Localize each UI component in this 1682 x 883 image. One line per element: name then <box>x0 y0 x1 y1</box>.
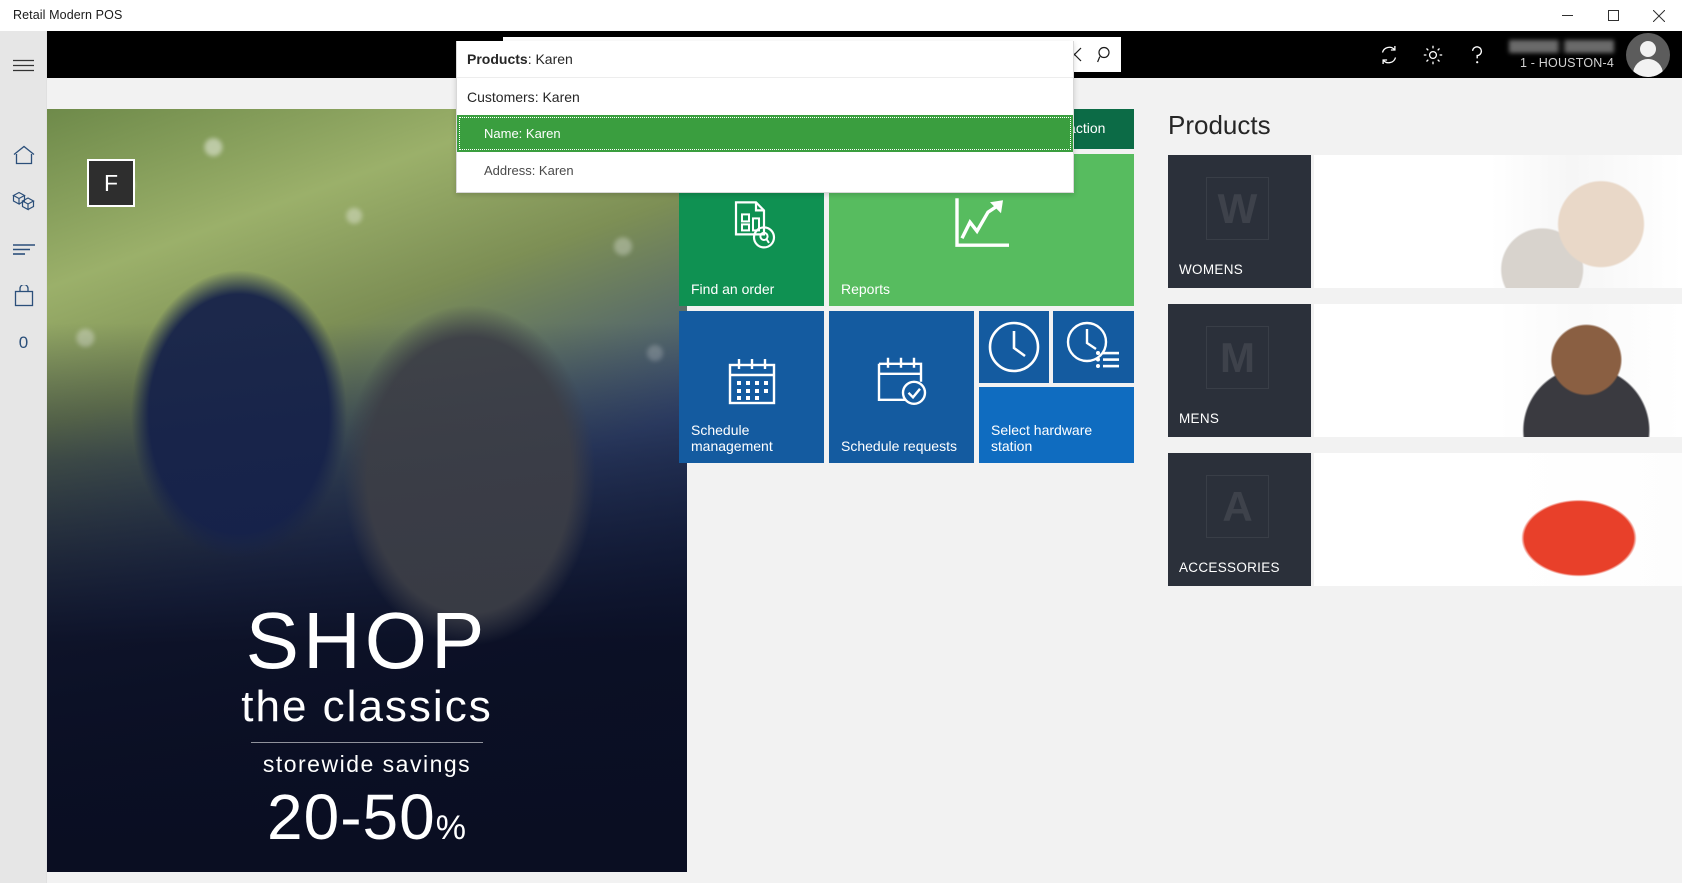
topbar-actions: 1 - HOUSTON-4 <box>1367 31 1682 78</box>
left-navigation-rail: 0 <box>0 31 47 883</box>
sidebar-item-transactions[interactable] <box>0 225 47 272</box>
avatar-body <box>1633 58 1663 77</box>
banner-subheadline: the classics <box>241 682 493 731</box>
brand-badge: F <box>87 159 135 207</box>
hamburger-menu-button[interactable] <box>0 42 47 89</box>
clock-list-icon <box>1053 320 1134 374</box>
category-tile-mens[interactable]: M MENS <box>1168 304 1311 437</box>
suggestion-group-term: : Karen <box>527 51 573 67</box>
document-search-icon <box>679 196 824 252</box>
category-photo-mens[interactable] <box>1314 304 1682 437</box>
sidebar-item-products[interactable] <box>0 178 47 225</box>
category-name: WOMENS <box>1179 262 1244 277</box>
store-label: 1 - HOUSTON-4 <box>1519 55 1614 70</box>
search-suggestions-dropdown: Products: Karen Customers: Karen Name: Kar… <box>456 41 1074 193</box>
suggestion-group-customers[interactable]: Customers: Karen <box>457 78 1073 115</box>
cart-count-value: 0 <box>18 332 29 352</box>
tile-label: Schedule requests <box>841 438 957 455</box>
maximize-button[interactable] <box>1590 0 1636 31</box>
category-photo-womens[interactable] <box>1314 155 1682 288</box>
suggestion-group-label: Products <box>467 51 528 67</box>
user-info[interactable]: 1 - HOUSTON-4 <box>1499 31 1626 78</box>
tile-time-clock[interactable] <box>979 311 1049 383</box>
product-category-row: M MENS <box>1168 304 1682 437</box>
banner-discount-unit: % <box>435 809 467 847</box>
sidebar-item-cart[interactable] <box>0 272 47 319</box>
banner-divider <box>251 742 483 743</box>
category-letter-placeholder: W <box>1206 177 1269 240</box>
sync-icon[interactable] <box>1367 31 1411 78</box>
tile-schedule-requests[interactable]: Schedule requests <box>829 311 974 463</box>
banner-discount: 20-50% <box>47 780 687 854</box>
category-tile-womens[interactable]: W WOMENS <box>1168 155 1311 288</box>
tile-time-clock-entries[interactable] <box>1053 311 1134 383</box>
chart-trend-icon <box>829 195 1134 253</box>
category-name: ACCESSORIES <box>1179 560 1280 575</box>
suggestion-item[interactable]: Name: Karen <box>457 115 1073 152</box>
suggestion-item[interactable]: Address: Karen <box>457 152 1073 189</box>
avatar-icon[interactable] <box>1626 32 1670 77</box>
page-title: Products <box>1168 110 1271 140</box>
sidebar-item-home[interactable] <box>0 131 47 178</box>
help-question-icon[interactable] <box>1455 31 1499 78</box>
search-icon[interactable] <box>1090 38 1121 71</box>
calendar-icon <box>679 357 824 407</box>
category-name: MENS <box>1179 411 1220 426</box>
tile-label: Reports <box>841 281 891 298</box>
tile-schedule-management[interactable]: Schedule management <box>679 311 824 463</box>
products-panel: Products W WOMENS M MENS A ACCESSORIES <box>1157 78 1682 883</box>
banner-kicker: storewide savings <box>262 751 472 777</box>
banner-text-block: SHOP the classics storewide savings 20-5… <box>47 596 687 854</box>
banner-discount-value: 20-50 <box>267 781 436 853</box>
window-controls <box>1544 0 1682 31</box>
promotional-banner[interactable]: F SHOP the classics storewide savings 20… <box>47 109 687 872</box>
close-button[interactable] <box>1636 0 1682 31</box>
product-category-row: A ACCESSORIES <box>1168 453 1682 586</box>
suggestion-group-label: Customers <box>467 88 535 105</box>
cart-count: 0 <box>0 319 47 366</box>
tile-label: Schedule management <box>691 421 773 455</box>
gear-icon[interactable] <box>1411 31 1455 78</box>
minimize-button[interactable] <box>1544 0 1590 31</box>
tile-select-hardware-station[interactable]: Select hardware station <box>979 387 1134 463</box>
banner-headline: SHOP <box>245 596 489 686</box>
suggestion-group-term: : Karen <box>534 88 580 105</box>
window-title: Retail Modern POS <box>13 8 123 22</box>
product-category-row: W WOMENS <box>1168 155 1682 288</box>
suggestion-group-products[interactable]: Products: Karen <box>457 41 1073 78</box>
tile-label: Find an order <box>691 281 775 298</box>
category-tile-accessories[interactable]: A ACCESSORIES <box>1168 453 1311 586</box>
main-content: F SHOP the classics storewide savings 20… <box>47 78 1682 883</box>
calendar-check-icon <box>829 356 974 408</box>
rail-spacer <box>0 89 46 131</box>
avatar-head <box>1640 40 1656 57</box>
user-name-redacted <box>1509 39 1614 53</box>
tile-label: Select hardware station <box>991 421 1093 455</box>
category-photo-accessories[interactable] <box>1314 453 1682 586</box>
window-titlebar: Retail Modern POS <box>0 0 1682 31</box>
clock-icon <box>979 320 1049 374</box>
category-letter-placeholder: M <box>1206 326 1269 389</box>
category-letter-placeholder: A <box>1206 475 1269 538</box>
